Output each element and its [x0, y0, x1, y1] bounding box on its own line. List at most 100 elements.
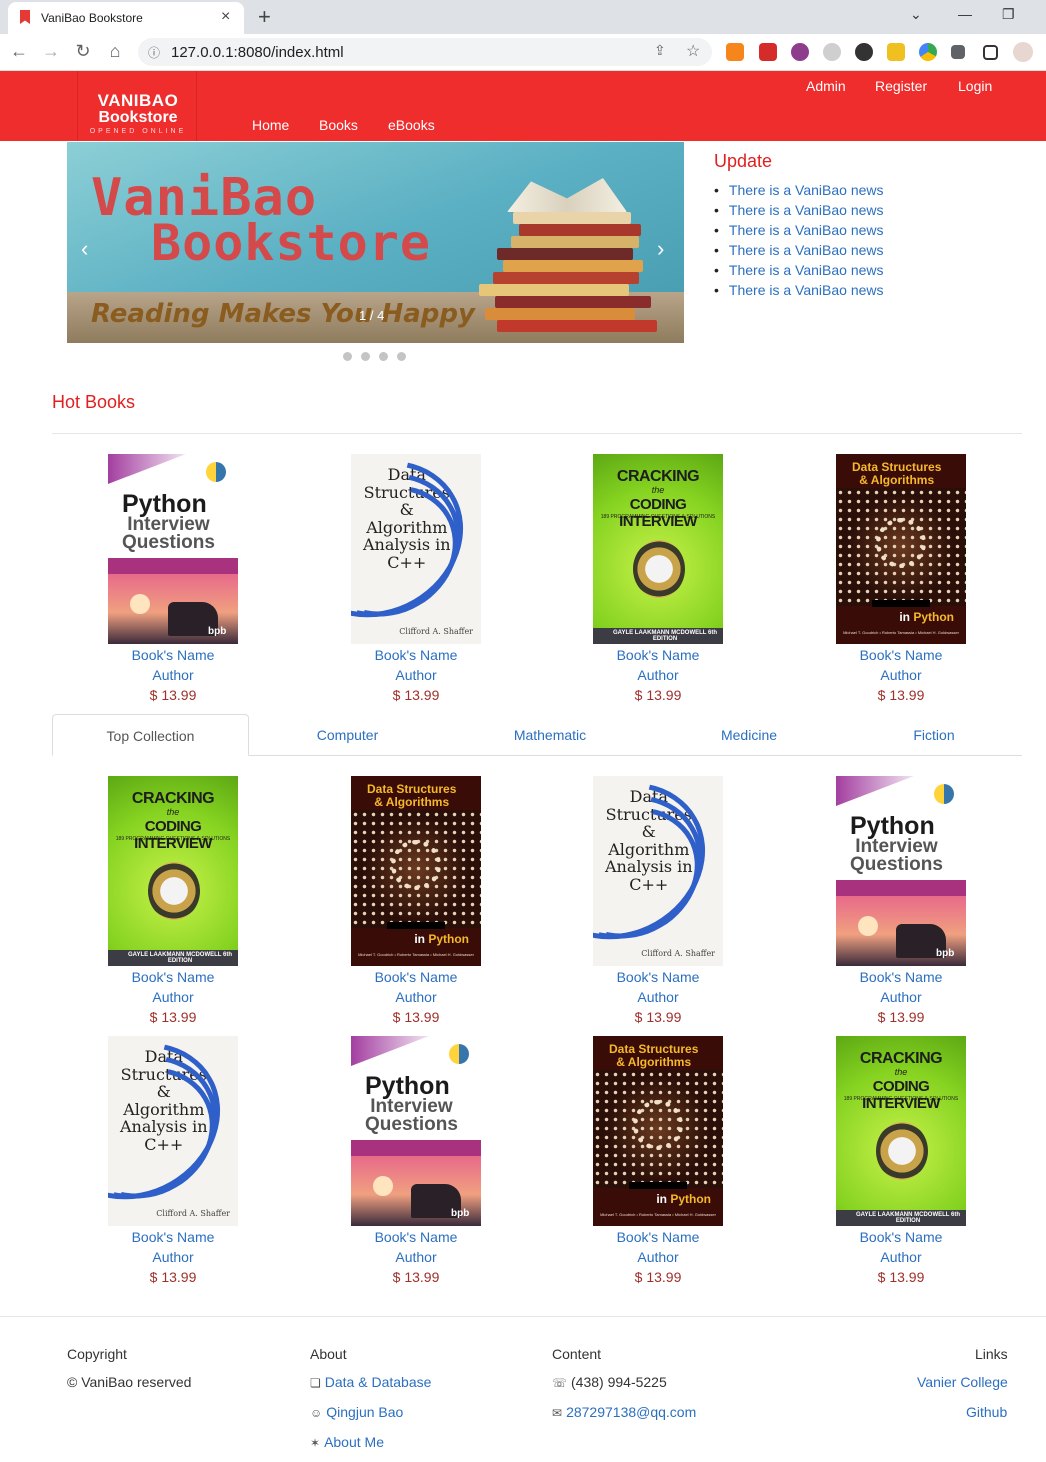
book-cover[interactable]: Data Structures & Algorithms in Python Mich…	[593, 1036, 723, 1226]
book-card[interactable]: Data Structures & Algorithm Analysis in C++ Cl…	[326, 454, 506, 707]
footer-link-github[interactable]: Github	[966, 1404, 1007, 1420]
nav-home[interactable]: Home	[252, 117, 289, 133]
address-bar[interactable]: ⓘ 127.0.0.1:8080/index.html ⇪ ☆	[138, 38, 712, 66]
minimize-icon[interactable]: —	[958, 6, 972, 22]
book-name[interactable]: Book's Name	[83, 969, 263, 989]
book-author[interactable]: Author	[811, 1249, 991, 1269]
nav-ebooks[interactable]: eBooks	[388, 117, 435, 133]
nav-register[interactable]: Register	[875, 78, 927, 94]
book-card[interactable]: Python Interview Questions bpb Book's Name Au…	[811, 776, 991, 1029]
book-card[interactable]: Data Structures & Algorithms in Python Mich…	[568, 1036, 748, 1289]
star-icon[interactable]: ☆	[686, 41, 700, 61]
book-card[interactable]: CRACKING the CODING INTERVIEW 189 PROGRAMMI…	[568, 454, 748, 707]
puzzle-icon[interactable]	[951, 45, 965, 59]
avatar[interactable]	[1013, 42, 1033, 62]
book-card[interactable]: Python Interview Questions bpb Book's Name Au…	[326, 1036, 506, 1289]
carousel-dot[interactable]	[379, 352, 388, 361]
share-icon[interactable]: ⇪	[654, 42, 666, 59]
extension-icon[interactable]	[791, 43, 809, 61]
book-cover[interactable]: CRACKING the CODING INTERVIEW 189 PROGRAMMI…	[108, 776, 238, 966]
book-name[interactable]: Book's Name	[568, 647, 748, 667]
book-cover[interactable]: Python Interview Questions bpb	[108, 454, 238, 644]
footer-about-link[interactable]: ✶ About Me	[310, 1434, 384, 1450]
nav-admin[interactable]: Admin	[806, 78, 846, 94]
book-author[interactable]: Author	[326, 989, 506, 1009]
book-cover[interactable]: CRACKING the CODING INTERVIEW 189 PROGRAMMI…	[593, 454, 723, 644]
book-card[interactable]: Data Structures & Algorithm Analysis in C++ Cl…	[568, 776, 748, 1029]
book-card[interactable]: Python Interview Questions bpb Book's Name Au…	[83, 454, 263, 707]
book-cover[interactable]: Data Structures & Algorithm Analysis in C++ Cl…	[108, 1036, 238, 1226]
url-text[interactable]: 127.0.0.1:8080/index.html	[171, 44, 344, 61]
tab-mathematic[interactable]: Mathematic	[452, 714, 648, 756]
book-author[interactable]: Author	[811, 989, 991, 1009]
book-name[interactable]: Book's Name	[326, 647, 506, 667]
extension-icon[interactable]	[919, 43, 937, 61]
metamask-icon[interactable]	[726, 43, 744, 61]
book-author[interactable]: Author	[326, 1249, 506, 1269]
book-author[interactable]: Author	[83, 1249, 263, 1269]
book-card[interactable]: Data Structures & Algorithms in Python Mich…	[811, 454, 991, 707]
book-cover[interactable]: Python Interview Questions bpb	[836, 776, 966, 966]
extension-icon[interactable]	[823, 43, 841, 61]
browser-tab[interactable]: VaniBao Bookstore ×	[8, 2, 244, 34]
extension-icon[interactable]	[887, 43, 905, 61]
book-cover[interactable]: Data Structures & Algorithm Analysis in C++ Cl…	[351, 454, 481, 644]
info-icon[interactable]: ⓘ	[148, 44, 160, 61]
carousel-dot[interactable]	[397, 352, 406, 361]
news-item[interactable]: There is a VaniBao news	[714, 222, 884, 242]
carousel-dot[interactable]	[361, 352, 370, 361]
footer-about-link[interactable]: ☺ Qingjun Bao	[310, 1404, 403, 1420]
footer-email[interactable]: ✉ 287297138@qq.com	[552, 1404, 696, 1420]
book-author[interactable]: Author	[326, 667, 506, 687]
book-name[interactable]: Book's Name	[568, 969, 748, 989]
site-logo[interactable]: VANIBAO Bookstore OPENED ONLINE	[77, 71, 197, 141]
book-card[interactable]: CRACKING the CODING INTERVIEW 189 PROGRAMMI…	[83, 776, 263, 1029]
news-item[interactable]: There is a VaniBao news	[714, 262, 884, 282]
nav-login[interactable]: Login	[958, 78, 992, 94]
back-icon[interactable]: ←	[8, 41, 30, 62]
book-name[interactable]: Book's Name	[568, 1229, 748, 1249]
book-cover[interactable]: Python Interview Questions bpb	[351, 1036, 481, 1226]
book-author[interactable]: Author	[811, 667, 991, 687]
new-tab-icon[interactable]: +	[258, 4, 271, 30]
carousel-prev-arrow[interactable]: ‹	[81, 236, 88, 262]
book-name[interactable]: Book's Name	[811, 1229, 991, 1249]
news-item[interactable]: There is a VaniBao news	[714, 182, 884, 202]
restore-icon[interactable]: ❐	[1002, 6, 1015, 23]
home-icon[interactable]: ⌂	[104, 41, 126, 62]
forward-icon[interactable]: →	[40, 41, 62, 62]
reload-icon[interactable]: ↻	[72, 41, 94, 62]
book-cover[interactable]: Data Structures & Algorithms in Python Mich…	[351, 776, 481, 966]
chevron-down-icon[interactable]: ⌄	[910, 6, 922, 23]
news-item[interactable]: There is a VaniBao news	[714, 282, 884, 302]
book-card[interactable]: Data Structures & Algorithm Analysis in C++ Cl…	[83, 1036, 263, 1289]
sidebar-icon[interactable]	[983, 45, 998, 60]
book-author[interactable]: Author	[568, 1249, 748, 1269]
play-icon[interactable]	[855, 43, 873, 61]
book-card[interactable]: CRACKING the CODING INTERVIEW 189 PROGRAMMI…	[811, 1036, 991, 1289]
book-name[interactable]: Book's Name	[811, 969, 991, 989]
banner-carousel[interactable]: VaniBao Bookstore Reading Makes You Happ…	[67, 142, 684, 343]
book-name[interactable]: Book's Name	[326, 969, 506, 989]
close-icon[interactable]: ×	[221, 8, 230, 26]
book-author[interactable]: Author	[568, 989, 748, 1009]
footer-about-link[interactable]: ❏ Data & Database	[310, 1374, 431, 1390]
book-name[interactable]: Book's Name	[326, 1229, 506, 1249]
book-author[interactable]: Author	[83, 667, 263, 687]
tab-medicine[interactable]: Medicine	[652, 714, 846, 756]
tab-top-collection[interactable]: Top Collection	[52, 714, 249, 756]
book-name[interactable]: Book's Name	[83, 1229, 263, 1249]
footer-link-vanier[interactable]: Vanier College	[917, 1374, 1008, 1390]
news-item[interactable]: There is a VaniBao news	[714, 242, 884, 262]
book-cover[interactable]: Data Structures & Algorithm Analysis in C++ Cl…	[593, 776, 723, 966]
carousel-dot[interactable]	[343, 352, 352, 361]
book-cover[interactable]: Data Structures & Algorithms in Python Mich…	[836, 454, 966, 644]
book-name[interactable]: Book's Name	[83, 647, 263, 667]
book-cover[interactable]: CRACKING the CODING INTERVIEW 189 PROGRAMMI…	[836, 1036, 966, 1226]
book-card[interactable]: Data Structures & Algorithms in Python Mich…	[326, 776, 506, 1029]
nav-books[interactable]: Books	[319, 117, 358, 133]
news-item[interactable]: There is a VaniBao news	[714, 202, 884, 222]
tab-fiction[interactable]: Fiction	[852, 714, 1016, 756]
book-name[interactable]: Book's Name	[811, 647, 991, 667]
tab-computer[interactable]: Computer	[249, 714, 446, 756]
